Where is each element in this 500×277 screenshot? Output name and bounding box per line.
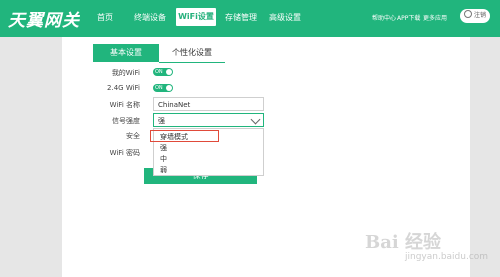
brand-logo: 天翼网关 bbox=[8, 11, 80, 31]
watermark-logo: Bai 经验 bbox=[365, 232, 441, 253]
nav-devices[interactable]: 终端设备 bbox=[134, 11, 166, 25]
my-wifi-label: 我的WiFi bbox=[111, 69, 140, 77]
tab-basic-settings[interactable]: 基本设置 bbox=[93, 44, 159, 62]
nav-home[interactable]: 首页 bbox=[94, 11, 116, 25]
wifi24-label: 2.4G WiFi bbox=[107, 84, 140, 92]
power-icon bbox=[463, 10, 472, 18]
top-navigation-bar: 天翼网关 首页 终端设备 WiFi设置 存储管理 高级设置 帮助中心 APP下载… bbox=[0, 0, 500, 37]
watermark-url: jingyan.baidu.com bbox=[405, 252, 489, 262]
more-apps-link[interactable]: 更多应用 bbox=[423, 13, 447, 22]
signal-strength-label: 信号强度 bbox=[112, 117, 140, 125]
wifi-password-label: WiFi 密码 bbox=[109, 149, 140, 157]
wifi24-toggle[interactable]: ON bbox=[153, 84, 173, 92]
nav-storage[interactable]: 存储管理 bbox=[222, 11, 260, 25]
signal-strength-select[interactable]: 强 bbox=[153, 113, 264, 127]
wifi-name-input[interactable]: ChinaNet bbox=[153, 97, 264, 111]
help-center-link[interactable]: 帮助中心 bbox=[372, 13, 396, 22]
chevron-down-icon bbox=[250, 114, 261, 125]
tab-custom-settings[interactable]: 个性化设置 bbox=[159, 44, 225, 63]
my-wifi-toggle[interactable]: ON bbox=[153, 68, 173, 76]
security-label: 安全 bbox=[126, 132, 140, 140]
annotation-highlight-box bbox=[150, 130, 219, 142]
nav-advanced[interactable]: 高级设置 bbox=[266, 11, 304, 25]
logout-button[interactable]: 注销 bbox=[460, 9, 490, 23]
app-download-link[interactable]: APP下载 bbox=[397, 13, 420, 22]
nav-wifi-settings[interactable]: WiFi设置 bbox=[176, 8, 216, 26]
option-medium[interactable]: 中 bbox=[160, 154, 167, 164]
option-strong[interactable]: 强 bbox=[160, 143, 167, 153]
wifi-name-label: WiFi 名称 bbox=[109, 101, 140, 109]
signal-strength-value: 强 bbox=[158, 117, 165, 125]
option-weak[interactable]: 弱 bbox=[160, 165, 167, 175]
